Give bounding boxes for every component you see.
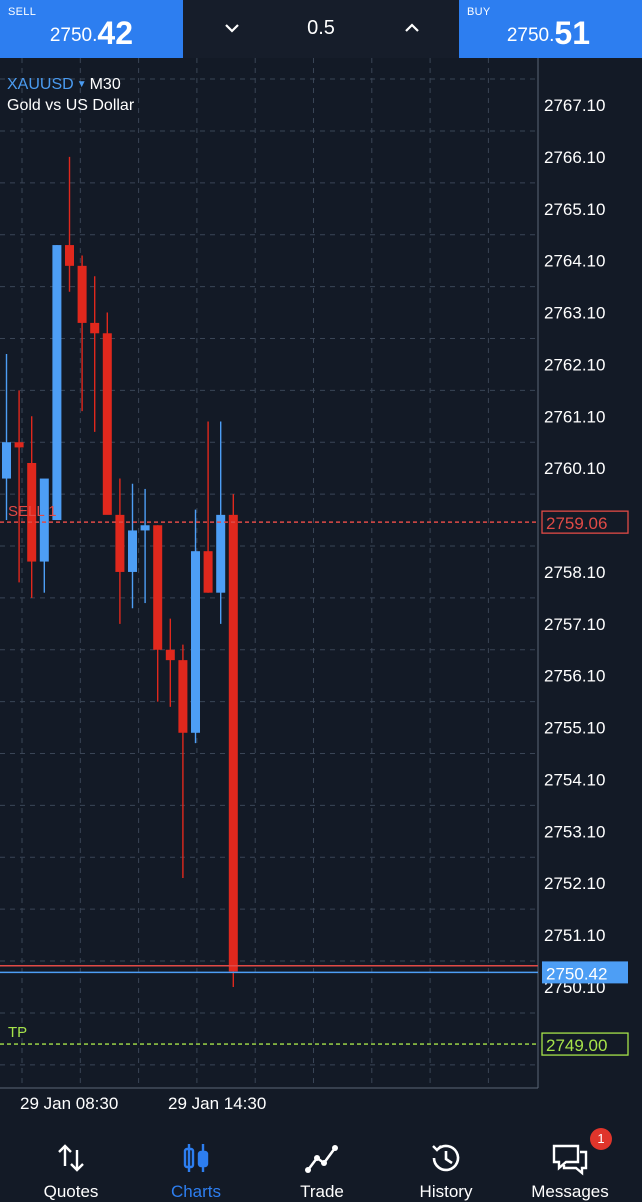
price-tick-label: 2761.10: [544, 407, 605, 426]
candle-body: [52, 245, 62, 521]
candle-body: [165, 649, 175, 661]
price-tick-label: 2766.10: [544, 148, 605, 167]
sell-price-base: 2750.: [49, 25, 98, 46]
time-axis-label: 29 Jan 08:30: [20, 1094, 118, 1113]
sell-button[interactable]: SELL 2750.42: [0, 0, 183, 58]
buy-button[interactable]: BUY 2750.51: [459, 0, 642, 58]
nav-quotes-label: Quotes: [43, 1182, 99, 1201]
price-tick-label: 2752.10: [544, 874, 605, 893]
candle-body: [102, 333, 112, 515]
price-tick-label: 2751.10: [544, 926, 605, 945]
buy-price-base: 2750.: [506, 25, 555, 46]
candle-body: [14, 442, 24, 448]
volume-control: 0.5: [183, 0, 459, 58]
candle-body: [2, 442, 11, 479]
candle-body: [216, 514, 226, 593]
price-chart[interactable]: 2767.10 2766.10 2765.10 2764.10 2763.10 2762.…: [0, 58, 642, 1118]
messages-badge: 1: [590, 1128, 612, 1150]
trade-bar: SELL 2750.42 0.5 BUY 2750.51: [0, 0, 642, 58]
price-tick-label: 2758.10: [544, 563, 605, 582]
nav-quotes[interactable]: Quotes: [7, 1118, 135, 1201]
nav-messages[interactable]: 1 Messages: [506, 1118, 634, 1201]
candle-body: [90, 322, 100, 334]
candle-body: [228, 514, 238, 972]
candle-body: [65, 245, 74, 266]
price-tick-label: 2763.10: [544, 304, 605, 323]
tp-price-tag: 2749.00: [546, 1036, 607, 1055]
buy-price: 2750.51: [506, 12, 590, 51]
price-tick-label: 2767.10: [544, 96, 605, 115]
time-axis-label: 29 Jan 14:30: [168, 1094, 266, 1113]
price-tick-label: 2753.10: [544, 822, 605, 841]
timeframe-label: M30: [89, 76, 121, 93]
charts-icon: [183, 1144, 209, 1172]
nav-trade[interactable]: Trade: [258, 1118, 386, 1201]
sell-label: SELL: [8, 6, 37, 18]
nav-charts[interactable]: Charts: [132, 1118, 260, 1201]
nav-messages-label: Messages: [531, 1182, 609, 1201]
nav-charts-label: Charts: [170, 1182, 222, 1201]
sell-price-tag: 2759.06: [546, 514, 607, 533]
bid-price-tag: 2750.42: [546, 964, 607, 983]
price-tick-label: 2756.10: [544, 667, 605, 686]
buy-price-big: 51: [554, 15, 590, 51]
candle-body: [178, 660, 188, 733]
volume-value[interactable]: 0.5: [291, 17, 351, 40]
nav-history[interactable]: History: [382, 1118, 510, 1201]
chevron-up-icon[interactable]: [398, 14, 426, 42]
candle-body: [203, 551, 213, 593]
symbol-description: Gold vs US Dollar: [7, 97, 135, 114]
trade-icon: [305, 1145, 338, 1173]
history-icon: [432, 1144, 460, 1172]
candle-body: [115, 514, 125, 572]
nav-history-label: History: [419, 1182, 473, 1201]
sell-price-big: 42: [97, 15, 133, 51]
symbol-ticker: XAUUSD: [7, 76, 74, 93]
candle-body: [77, 265, 87, 323]
dropdown-arrow-icon: ▼: [76, 79, 87, 90]
candle-body: [153, 525, 163, 650]
price-tick-label: 2764.10: [544, 252, 605, 271]
price-tick-label: 2760.10: [544, 459, 605, 478]
chevron-down-icon[interactable]: [218, 14, 246, 42]
price-tick-label: 2754.10: [544, 770, 605, 789]
bottom-nav: Quotes Charts Trade History 1 Messages: [0, 1118, 642, 1201]
candle-body: [128, 530, 137, 572]
candle-body: [140, 525, 150, 531]
sell-order-label: SELL 1: [8, 503, 57, 520]
nav-trade-label: Trade: [300, 1182, 344, 1201]
quotes-icon: [58, 1144, 84, 1172]
tp-label: TP: [8, 1024, 27, 1041]
candle-body: [191, 551, 200, 733]
price-tick-label: 2755.10: [544, 719, 605, 738]
price-tick-label: 2762.10: [544, 355, 605, 374]
buy-label: BUY: [467, 6, 491, 18]
messages-icon: [552, 1144, 588, 1176]
price-tick-label: 2757.10: [544, 615, 605, 634]
price-tick-label: 2765.10: [544, 200, 605, 219]
chart-symbol[interactable]: XAUUSD ▼ M30: [7, 76, 121, 94]
sell-price: 2750.42: [49, 12, 133, 51]
